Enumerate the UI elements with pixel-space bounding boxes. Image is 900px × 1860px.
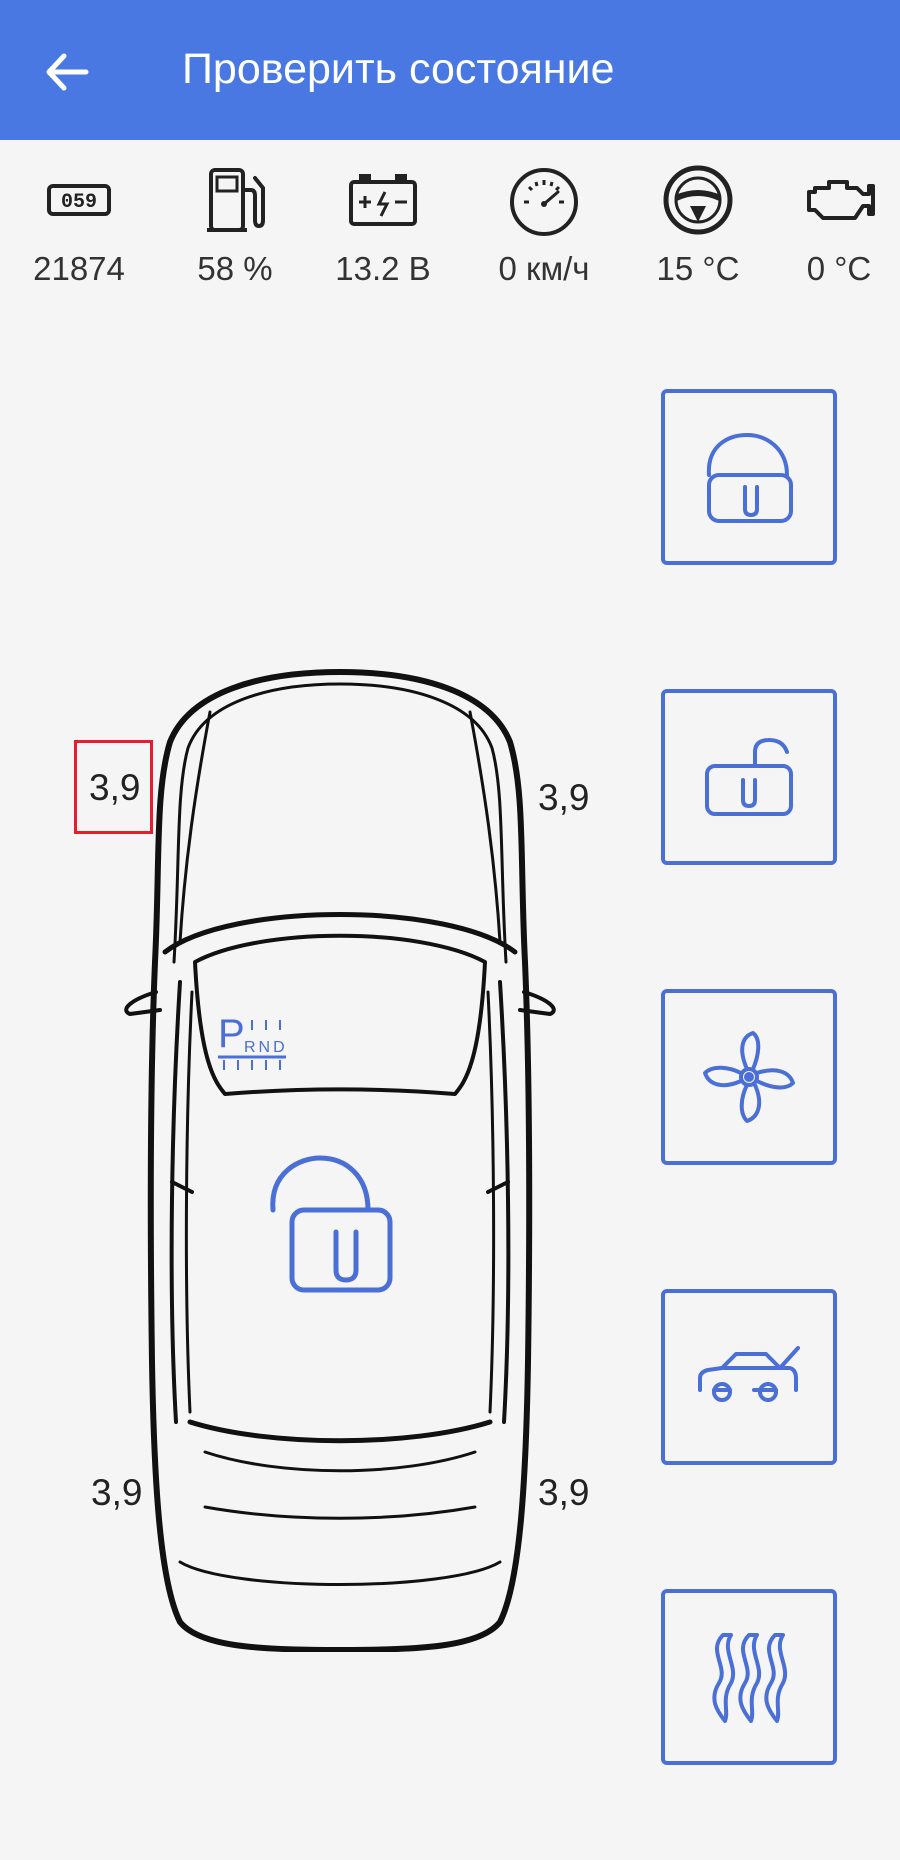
app-bar: Проверить состояние [0, 0, 900, 140]
car-top-view: P RND [124, 669, 556, 1652]
fuel-value: 58 % [197, 250, 273, 287]
tire-front-left: 3,9 [74, 740, 154, 834]
stat-speed: 0 км/ч [479, 162, 609, 288]
interior-temp-value: 15 °C [656, 250, 740, 287]
unlock-button[interactable] [661, 689, 837, 865]
gear-p-label: P [218, 1012, 245, 1056]
steering-wheel-icon [663, 165, 733, 235]
arrow-left-icon [46, 53, 89, 91]
fan-icon [703, 1031, 795, 1123]
battery-value: 13.2 В [335, 250, 431, 287]
gear-indicator: P RND [218, 1012, 288, 1070]
padlock-unlocked-flat-icon [705, 738, 793, 816]
page-title: Проверить состояние [182, 45, 615, 93]
stat-engine-temp: 0 °C [774, 162, 900, 288]
back-button[interactable] [40, 44, 100, 100]
tire-rear-right: 3,9 [538, 1472, 590, 1513]
stat-interior-temp: 15 °C [633, 162, 763, 288]
speed-value: 0 км/ч [498, 250, 590, 287]
battery-icon [349, 174, 417, 226]
speedometer-icon [510, 168, 578, 236]
fan-button[interactable] [661, 989, 837, 1165]
tire-rear-left: 3,9 [91, 1472, 143, 1513]
padlock-open-icon [706, 433, 793, 523]
odometer-icon: 059 [47, 184, 111, 216]
stat-odometer: 059 21874 [14, 162, 144, 288]
odometer-value: 21874 [33, 250, 125, 287]
heat-waves-icon [712, 1633, 787, 1723]
tire-front-right: 3,9 [538, 777, 590, 818]
stat-fuel: 58 % [170, 162, 300, 288]
stat-battery: 13.2 В [318, 162, 448, 288]
svg-text:059: 059 [61, 191, 97, 214]
heater-button[interactable] [661, 1589, 837, 1765]
engine-icon [807, 180, 875, 220]
car-trunk-open-icon [698, 1346, 800, 1402]
gear-rnd-label: RND [244, 1039, 288, 1056]
car-lock-icon [270, 1155, 393, 1293]
engine-temp-value: 0 °C [806, 250, 872, 287]
trunk-button[interactable] [661, 1289, 837, 1465]
fuel-pump-icon [207, 168, 265, 232]
lock-button[interactable] [661, 389, 837, 565]
